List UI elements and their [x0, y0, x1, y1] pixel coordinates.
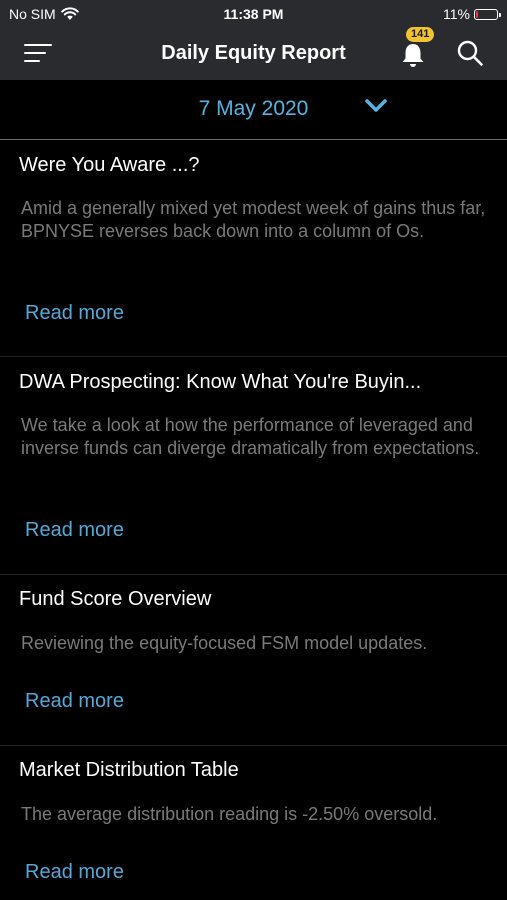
- battery-icon: [474, 8, 501, 20]
- article-card: Were You Aware ...? Amid a generally mix…: [0, 141, 507, 357]
- article-summary: The average distribution reading is -2.5…: [21, 804, 438, 824]
- article-title[interactable]: Market Distribution Table: [19, 759, 239, 782]
- battery-percent: 11%: [443, 6, 470, 22]
- article-card: Market Distribution Table The average di…: [0, 747, 507, 900]
- read-more-link[interactable]: Read more: [25, 690, 124, 713]
- article-card: DWA Prospecting: Know What You're Buyin.…: [0, 358, 507, 575]
- selected-date: 7 May 2020: [198, 97, 309, 120]
- read-more-link[interactable]: Read more: [25, 861, 124, 884]
- notification-badge: 141: [406, 27, 435, 42]
- search-icon[interactable]: [456, 39, 484, 67]
- bell-icon: [402, 44, 424, 67]
- article-title[interactable]: Fund Score Overview: [19, 588, 211, 611]
- battery-level-fill: [476, 10, 478, 18]
- battery-group: 11%: [443, 6, 501, 22]
- nav-bar: Daily Equity Report 141: [0, 27, 507, 80]
- article-summary: We take a look at how the performance of…: [21, 415, 480, 458]
- article-summary: Amid a generally mixed yet modest week o…: [21, 198, 486, 241]
- article-card: Fund Score Overview Reviewing the equity…: [0, 576, 507, 746]
- status-time: 11:38 PM: [223, 6, 284, 22]
- article-title[interactable]: Were You Aware ...?: [19, 154, 200, 177]
- date-selector[interactable]: 7 May 2020: [0, 80, 507, 140]
- read-more-link[interactable]: Read more: [25, 302, 124, 325]
- article-title[interactable]: DWA Prospecting: Know What You're Buyin.…: [19, 371, 421, 394]
- read-more-link[interactable]: Read more: [25, 519, 124, 542]
- status-bar: No SIM 11:38 PM 11%: [0, 0, 507, 30]
- page-title: Daily Equity Report: [161, 42, 346, 64]
- chevron-down-icon[interactable]: [365, 98, 387, 114]
- article-summary: Reviewing the equity-focused FSM model u…: [21, 633, 428, 653]
